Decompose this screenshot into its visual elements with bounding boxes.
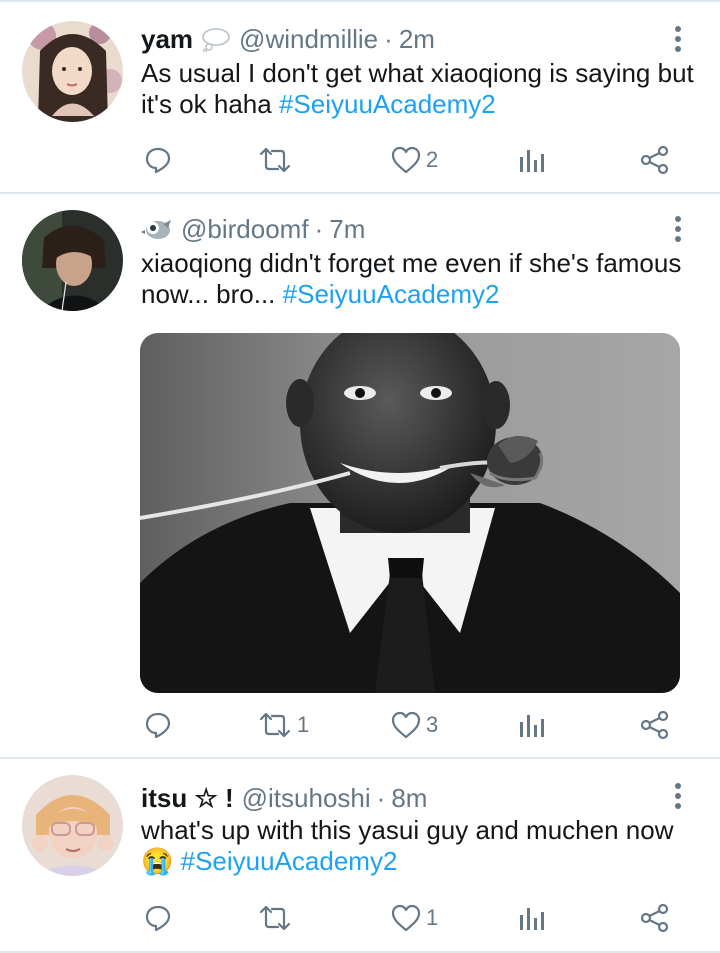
like-count: 2 (426, 147, 439, 172)
bird-icon (141, 216, 173, 242)
retweet-icon (259, 712, 291, 738)
tweet-header: itsu ☆ ! @itsuhoshi · 8m (141, 781, 427, 815)
share-button[interactable] (640, 898, 670, 938)
reply-button[interactable] (143, 898, 177, 938)
analytics-icon (520, 150, 544, 172)
reply-button[interactable] (143, 140, 177, 180)
separator: · (384, 23, 393, 54)
separator: · (314, 213, 324, 244)
more-options-icon[interactable] (668, 214, 688, 244)
tweet-header: yam @windmillie · 2m (141, 22, 435, 56)
hashtag-link[interactable]: #SeiyuuAcademy2 (181, 846, 398, 876)
reply-button[interactable] (143, 705, 177, 745)
timestamp[interactable]: 7m (329, 214, 365, 245)
retweet-button[interactable] (257, 898, 297, 938)
heart-icon (391, 711, 421, 739)
tweet-card[interactable]: itsu ☆ ! @itsuhoshi · 8m what's up with … (0, 759, 720, 953)
display-name[interactable]: yam (141, 24, 193, 55)
handle[interactable]: @itsuhoshi (242, 783, 371, 814)
more-options-icon[interactable] (668, 24, 688, 54)
action-bar: 1 (0, 898, 720, 938)
avatar[interactable] (22, 21, 123, 122)
tweet-image[interactable] (140, 333, 680, 693)
reply-icon (145, 905, 171, 932)
like-count: 1 (426, 905, 439, 930)
loudly-crying-face-emoji: 😭 (141, 846, 174, 876)
tweet-body: what's up with this yasui guy and muchen… (141, 815, 674, 845)
display-name[interactable]: itsu ☆ ! (141, 783, 234, 814)
tweet-card[interactable]: yam @windmillie · 2m As usual I don't ge… (0, 0, 720, 192)
share-icon (640, 710, 669, 740)
timestamp[interactable]: 2m (399, 24, 435, 55)
analytics-button[interactable] (517, 705, 545, 745)
share-icon (640, 145, 669, 175)
avatar[interactable] (22, 775, 123, 876)
tweet-header: @birdoomf · 7m (141, 212, 365, 246)
like-button[interactable]: 1 (390, 898, 438, 938)
hashtag-link[interactable]: #SeiyuuAcademy2 (279, 89, 496, 119)
retweet-icon (259, 905, 291, 931)
like-count: 3 (426, 712, 439, 737)
reply-icon (145, 712, 171, 739)
thought-balloon-icon (201, 26, 231, 52)
analytics-icon (520, 908, 544, 930)
hashtag-link[interactable]: #SeiyuuAcademy2 (283, 279, 500, 309)
handle[interactable]: @windmillie (239, 24, 378, 55)
like-button[interactable]: 3 (390, 705, 438, 745)
retweet-icon (259, 147, 291, 173)
retweet-button[interactable] (257, 140, 297, 180)
heart-icon (391, 904, 421, 932)
separator: · (376, 782, 386, 813)
analytics-icon (520, 715, 544, 737)
tweet-card[interactable]: @birdoomf · 7m xiaoqiong didn't forget m… (0, 194, 720, 757)
tweet-text: what's up with this yasui guy and muchen… (141, 815, 701, 877)
action-bar: 2 (0, 140, 720, 180)
timestamp[interactable]: 8m (391, 783, 427, 814)
share-button[interactable] (640, 140, 670, 180)
retweet-button[interactable]: 1 (257, 705, 309, 745)
analytics-button[interactable] (517, 140, 545, 180)
retweet-count: 1 (297, 712, 310, 737)
heart-icon (391, 146, 421, 174)
reply-icon (145, 147, 171, 174)
analytics-button[interactable] (517, 898, 545, 938)
like-button[interactable]: 2 (390, 140, 438, 180)
tweet-text: As usual I don't get what xiaoqiong is s… (141, 58, 701, 120)
more-options-icon[interactable] (668, 781, 688, 811)
share-button[interactable] (640, 705, 670, 745)
share-icon (640, 903, 669, 933)
action-bar: 1 3 (0, 705, 720, 745)
handle[interactable]: @birdoomf (181, 214, 309, 245)
avatar[interactable] (22, 210, 123, 311)
tweet-text: xiaoqiong didn't forget me even if she's… (141, 248, 701, 310)
